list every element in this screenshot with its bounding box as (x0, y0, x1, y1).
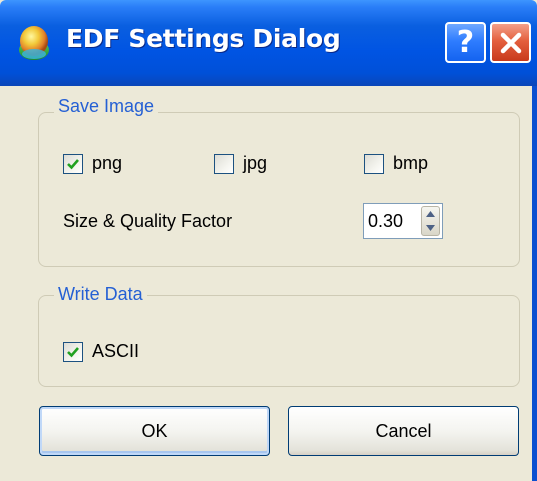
spin-up-button[interactable] (422, 207, 439, 221)
bmp-checkbox[interactable]: bmp (364, 153, 428, 174)
save-image-group-title: Save Image (54, 96, 159, 117)
png-label: png (92, 153, 123, 173)
app-logo-icon (19, 26, 49, 60)
cancel-button[interactable]: Cancel (288, 406, 519, 456)
jpg-checkbox-box[interactable] (214, 153, 234, 174)
title-bar[interactable]: EDF Settings Dialog ? (0, 0, 537, 86)
write-data-group-title: Write Data (54, 284, 147, 305)
arrow-up-icon (426, 211, 435, 217)
close-icon (500, 32, 521, 53)
spin-buttons (421, 206, 440, 236)
save-image-group (38, 112, 520, 267)
png-checkbox[interactable]: png (63, 153, 122, 174)
help-button[interactable]: ? (445, 22, 486, 63)
ok-button[interactable]: OK (39, 406, 270, 456)
quality-factor-value[interactable]: 0.30 (364, 211, 421, 232)
ok-button-label: OK (141, 420, 168, 441)
cancel-button-label: Cancel (375, 420, 432, 441)
ascii-checkbox-box[interactable] (63, 341, 83, 362)
ascii-label: ASCII (92, 341, 140, 361)
ascii-checkbox[interactable]: ASCII (63, 341, 139, 362)
checkmark-icon (67, 346, 79, 357)
window-title: EDF Settings Dialog (66, 24, 341, 53)
bmp-checkbox-box[interactable] (364, 153, 384, 174)
png-checkbox-box[interactable] (63, 153, 83, 174)
bmp-label: bmp (393, 153, 429, 173)
quality-factor-label: Size & Quality Factor (63, 211, 233, 231)
jpg-label: jpg (243, 153, 268, 173)
jpg-checkbox[interactable]: jpg (214, 153, 267, 174)
edf-settings-dialog: EDF Settings Dialog ? Save Image png jpg… (0, 0, 537, 481)
quality-factor-spinbox[interactable]: 0.30 (363, 203, 443, 239)
checkmark-icon (67, 158, 79, 169)
window-frame-right (532, 86, 537, 481)
arrow-down-icon (426, 225, 435, 231)
close-button[interactable] (490, 22, 531, 63)
spin-down-button[interactable] (422, 221, 439, 235)
help-icon: ? (456, 25, 475, 60)
